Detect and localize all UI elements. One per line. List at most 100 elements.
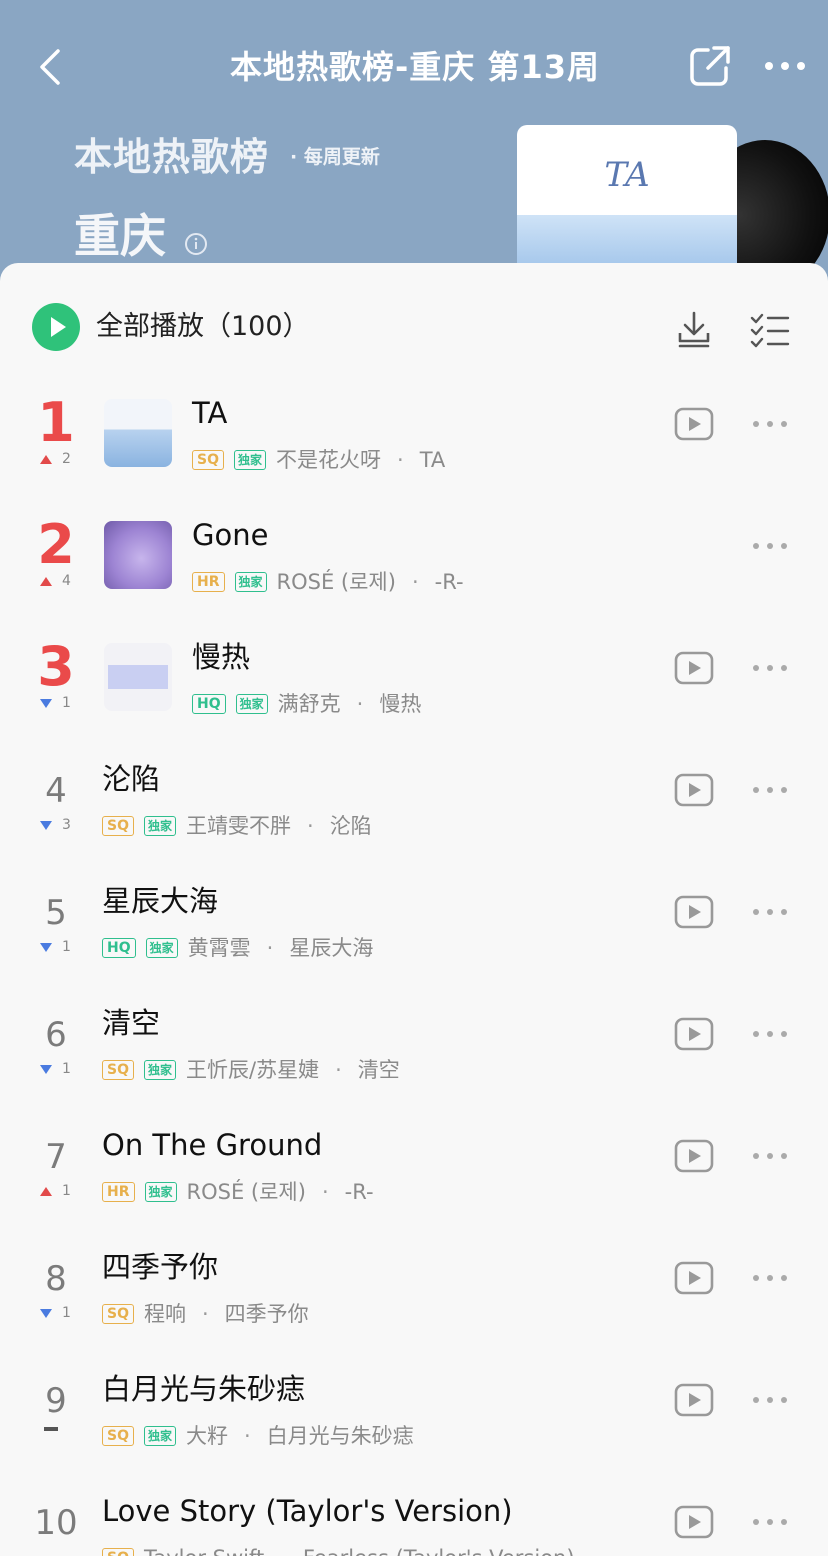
song-meta: SQ 独家 不是花火呀 · TA — [192, 447, 445, 473]
song-row[interactable]: 2 4 Gone HR 独家 ROSÉ (로제) · -R- — [0, 515, 828, 637]
more-options-icon[interactable] — [752, 1143, 788, 1169]
song-row[interactable]: 3 1 慢热 HQ 独家 满舒克 · 慢热 — [0, 637, 828, 759]
more-options-icon[interactable] — [752, 777, 788, 803]
exclusive-badge: 独家 — [235, 694, 268, 714]
song-title: Love Story (Taylor's Version) — [102, 1494, 513, 1528]
rank-number: 4 — [45, 771, 67, 811]
play-all-label[interactable]: 全部播放（100） — [96, 307, 310, 347]
more-options-icon[interactable] — [752, 1265, 788, 1291]
mv-play-icon[interactable] — [674, 1139, 714, 1173]
mv-play-icon[interactable] — [674, 773, 714, 807]
separator-dot: · — [321, 1180, 329, 1204]
separator-dot: · — [280, 1545, 287, 1556]
mv-play-icon[interactable] — [674, 407, 714, 441]
song-title: 慢热 — [192, 640, 251, 674]
rank-number: 1 — [37, 391, 75, 454]
song-row[interactable]: 5 1 星辰大海 HQ 独家 黄霄雲 · 星辰大海 — [0, 881, 828, 1003]
rank-trend: 1 — [40, 695, 71, 711]
song-meta: HR 独家 ROSÉ (로제) · -R- — [102, 1179, 374, 1205]
cover-text: TA — [604, 155, 650, 195]
album-name: 星辰大海 — [289, 936, 374, 960]
trend-down-icon — [40, 698, 52, 708]
quality-badge: SQ — [102, 1060, 134, 1080]
exclusive-badge: 独家 — [143, 1060, 176, 1080]
multi-select-icon[interactable] — [748, 307, 792, 351]
album-name: 四季予你 — [224, 1302, 309, 1326]
mv-play-icon[interactable] — [674, 651, 714, 685]
more-options-icon[interactable] — [752, 411, 788, 437]
separator-dot: · — [307, 814, 314, 838]
artist-name: 满舒克 — [277, 692, 341, 716]
rank-trend: 1 — [40, 1305, 71, 1321]
song-row[interactable]: 1 2 TA SQ 独家 不是花火呀 · TA — [0, 393, 828, 515]
song-list-card: 全部播放（100） 1 2 TA SQ 独家 不是花火呀 · TA 2 4 Gone HR 独家 ROSÉ… — [0, 263, 828, 1556]
mv-play-icon[interactable] — [674, 1505, 714, 1539]
song-row[interactable]: 8 1 四季予你 SQ 程响 · 四季予你 — [0, 1247, 828, 1369]
song-row[interactable]: 7 1 On The Ground HR 独家 ROSÉ (로제) · -R- — [0, 1125, 828, 1247]
more-options-icon[interactable] — [752, 1021, 788, 1047]
song-title: 星辰大海 — [102, 884, 219, 918]
album-name: TA — [419, 448, 446, 472]
trend-up-icon — [40, 454, 52, 464]
quality-badge: HQ — [102, 938, 136, 958]
exclusive-badge: 独家 — [143, 1426, 176, 1446]
song-meta: SQ Taylor Swift · Fearless (Taylor's Versio… — [102, 1545, 575, 1556]
song-row[interactable]: 10 Love Story (Taylor's Version) SQ Taylor … — [0, 1491, 828, 1556]
rank-trend — [40, 1427, 58, 1431]
separator-dot: · — [397, 448, 404, 472]
share-button[interactable] — [688, 44, 732, 88]
song-title: 白月光与朱砂痣 — [102, 1372, 306, 1406]
chart-cover-image[interactable]: TA — [517, 125, 737, 285]
play-all-button[interactable] — [32, 303, 80, 351]
album-name: -R- — [434, 570, 464, 594]
artist-name: 程响 — [143, 1302, 186, 1326]
info-icon[interactable] — [184, 232, 208, 256]
rank-trend: 1 — [40, 1183, 71, 1199]
rank-number: 5 — [45, 893, 67, 933]
album-name: Fearless (Taylor's Version) — [303, 1545, 575, 1556]
album-name: 白月光与朱砂痣 — [266, 1424, 414, 1448]
song-row[interactable]: 6 1 清空 SQ 独家 王忻辰/苏星婕 · 清空 — [0, 1003, 828, 1125]
trend-change: 1 — [62, 695, 71, 711]
album-cover[interactable] — [104, 521, 172, 589]
song-row[interactable]: 4 3 沦陷 SQ 独家 王靖雯不胖 · 沦陷 — [0, 759, 828, 881]
more-options-icon[interactable] — [752, 655, 788, 681]
artist-name: 黄霄雲 — [187, 936, 251, 960]
rank-number: 8 — [45, 1259, 67, 1299]
album-cover[interactable] — [104, 399, 172, 467]
more-options-icon[interactable] — [752, 1509, 788, 1535]
rank-trend: 1 — [40, 1061, 71, 1077]
song-title: 沦陷 — [102, 762, 161, 796]
mv-play-icon[interactable] — [674, 1383, 714, 1417]
rank-number: 3 — [37, 635, 75, 698]
trend-change: 1 — [62, 1305, 71, 1321]
back-button[interactable] — [30, 44, 70, 90]
album-cover[interactable] — [104, 643, 172, 711]
rank-number: 7 — [45, 1137, 67, 1177]
trend-down-icon — [40, 820, 52, 830]
mv-play-icon[interactable] — [674, 1017, 714, 1051]
quality-badge: SQ — [102, 1426, 134, 1446]
mv-play-icon[interactable] — [674, 895, 714, 929]
more-options-icon[interactable] — [752, 1387, 788, 1413]
song-row[interactable]: 9 白月光与朱砂痣 SQ 独家 大籽 · 白月光与朱砂痣 — [0, 1369, 828, 1491]
trend-change: 3 — [62, 817, 71, 833]
artist-name: ROSÉ (로제) — [186, 1180, 306, 1204]
mv-play-icon[interactable] — [674, 1261, 714, 1295]
more-options-icon[interactable] — [752, 899, 788, 925]
trend-down-icon — [40, 1064, 52, 1074]
quality-badge: SQ — [102, 1304, 134, 1324]
chart-header: 本地热歌榜-重庆 第13周 本地热歌榜 · 每周更新 重庆 TA — [0, 0, 828, 290]
quality-badge: HQ — [192, 694, 226, 714]
trend-change: 1 — [62, 1061, 71, 1077]
more-options-icon[interactable] — [752, 533, 788, 559]
album-name: 沦陷 — [329, 814, 372, 838]
city-name: 重庆 — [74, 209, 166, 263]
song-meta: SQ 独家 王忻辰/苏星婕 · 清空 — [102, 1057, 400, 1083]
trend-change: 2 — [62, 451, 71, 467]
song-title: On The Ground — [102, 1128, 323, 1162]
more-options-button[interactable] — [762, 48, 808, 84]
song-meta: HQ 独家 满舒克 · 慢热 — [192, 691, 421, 717]
rank-number: 9 — [45, 1381, 67, 1421]
download-icon[interactable] — [672, 307, 716, 351]
